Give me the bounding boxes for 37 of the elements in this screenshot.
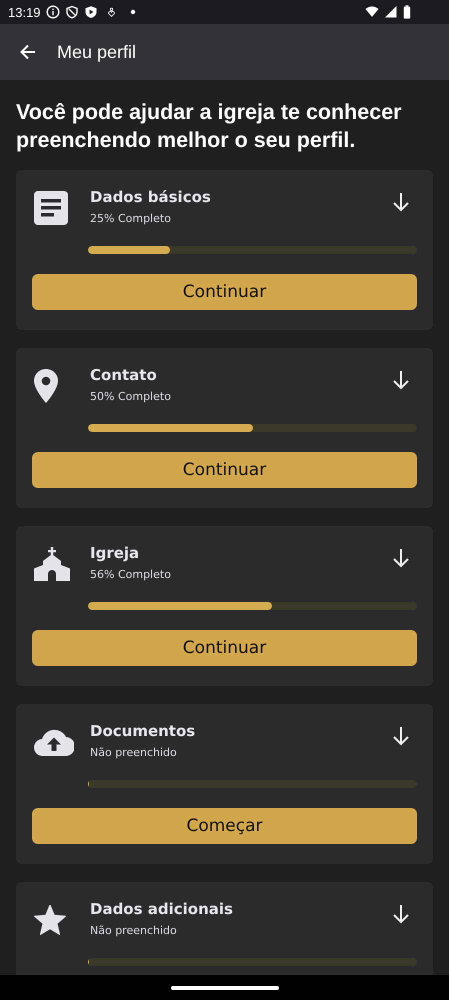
church-icon [34, 547, 70, 581]
dot-icon [130, 9, 136, 15]
app-bar-title: Meu perfil [57, 42, 136, 62]
location-pin-icon [34, 369, 58, 403]
continue-button[interactable]: Continuar [32, 630, 417, 666]
battery-icon [403, 5, 411, 19]
section-title: Dados adicionais [90, 900, 234, 918]
continue-button[interactable]: Continuar [32, 274, 417, 310]
signal-icon [384, 5, 398, 19]
section-title: Contato [90, 366, 158, 384]
arrow-down-icon[interactable] [392, 370, 410, 390]
completion-status: 56% Completo [90, 568, 172, 581]
document-icon [34, 191, 68, 225]
shield-play-icon [84, 5, 98, 19]
completion-status: Não preenchido [90, 746, 178, 759]
completion-status: 50% Completo [90, 390, 172, 403]
arrow-down-icon[interactable] [392, 726, 410, 746]
arrow-down-icon[interactable] [392, 904, 410, 924]
completion-status: Não preenchido [90, 924, 178, 937]
continue-button[interactable]: Continuar [32, 452, 417, 488]
heart-person-icon [106, 6, 117, 18]
page-heading: Você pode ajudar a igreja te conhecer preenchendo melhor o seu perfil. [16, 99, 403, 154]
arrow-down-icon[interactable] [392, 548, 410, 568]
section-title: Igreja [90, 544, 140, 562]
cloud-upload-icon [34, 728, 74, 756]
star-icon [34, 904, 66, 936]
status-time: 13:19 [8, 4, 41, 20]
info-icon [46, 5, 60, 19]
section-title: Dados básicos [90, 188, 212, 206]
completion-status: 25% Completo [90, 212, 172, 225]
section-title: Documentos [90, 722, 196, 740]
home-indicator[interactable] [170, 986, 278, 990]
shield-icon [64, 5, 79, 19]
back-icon[interactable] [19, 43, 37, 61]
arrow-down-icon[interactable] [392, 192, 410, 212]
wifi-icon [365, 5, 379, 19]
continue-button[interactable]: Começar [32, 808, 417, 844]
